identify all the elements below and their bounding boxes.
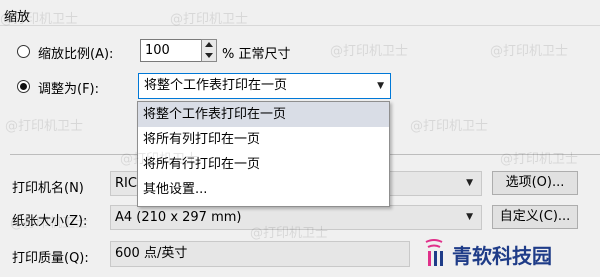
logo-text: 青软科技园 bbox=[452, 244, 552, 268]
scale-percent-radio[interactable] bbox=[17, 45, 30, 58]
scale-percent-spinner[interactable] bbox=[201, 39, 217, 62]
watermark-text: @打印机卫士 bbox=[5, 119, 84, 134]
watermark-text: @打印机卫士 bbox=[500, 152, 579, 167]
fit-to-selected-value: 将整个工作表打印在一页 bbox=[144, 78, 288, 93]
print-quality-value: 600 点/英寸 bbox=[115, 246, 188, 261]
paper-size-label: 纸张大小(Z): bbox=[12, 214, 88, 229]
chevron-down-icon: ▼ bbox=[377, 81, 384, 91]
fit-to-radio[interactable] bbox=[17, 80, 30, 93]
watermark-text: @打印机卫士 bbox=[330, 44, 409, 59]
dropdown-option[interactable]: 将整个工作表打印在一页 bbox=[138, 102, 389, 127]
fit-to-select[interactable]: 将整个工作表打印在一页 ▼ bbox=[138, 73, 391, 99]
print-quality-label: 打印质量(Q): bbox=[12, 251, 89, 266]
scale-percent-value: 100 bbox=[145, 43, 170, 58]
printer-label: 打印机名(N) bbox=[12, 181, 84, 196]
section-title: 缩放 bbox=[4, 10, 31, 25]
paper-size-value: A4 (210 x 297 mm) bbox=[115, 210, 242, 225]
spin-down-icon[interactable] bbox=[205, 53, 213, 58]
fit-to-label: 调整为(F): bbox=[38, 82, 100, 97]
scale-percent-suffix: % 正常尺寸 bbox=[222, 47, 291, 62]
logo-icon bbox=[422, 236, 450, 268]
chevron-down-icon: ▼ bbox=[466, 212, 473, 222]
watermark-text: @打印机卫士 bbox=[490, 44, 569, 59]
spin-up-icon[interactable] bbox=[205, 42, 213, 47]
section-divider bbox=[0, 25, 600, 26]
watermark-text: @打印机卫士 bbox=[410, 119, 489, 134]
scale-percent-input[interactable]: 100 bbox=[140, 39, 202, 62]
custom-size-button[interactable]: 自定义(C)... bbox=[492, 205, 578, 229]
dropdown-option[interactable]: 将所有行打印在一页 bbox=[138, 152, 389, 177]
printer-options-button[interactable]: 选项(O)... bbox=[492, 171, 578, 195]
print-quality-select[interactable]: 600 点/英寸 bbox=[110, 241, 410, 267]
chevron-down-icon: ▼ bbox=[466, 178, 473, 188]
paper-size-select[interactable]: A4 (210 x 297 mm) ▼ bbox=[110, 205, 482, 230]
printer-value: RIC bbox=[115, 176, 137, 191]
dropdown-option[interactable]: 其他设置... bbox=[138, 177, 389, 202]
fit-to-dropdown-list: 将整个工作表打印在一页 将所有列打印在一页 将所有行打印在一页 其他设置... bbox=[137, 101, 390, 207]
dropdown-option[interactable]: 将所有列打印在一页 bbox=[138, 127, 389, 152]
scale-percent-label: 缩放比例(A): bbox=[38, 47, 114, 62]
